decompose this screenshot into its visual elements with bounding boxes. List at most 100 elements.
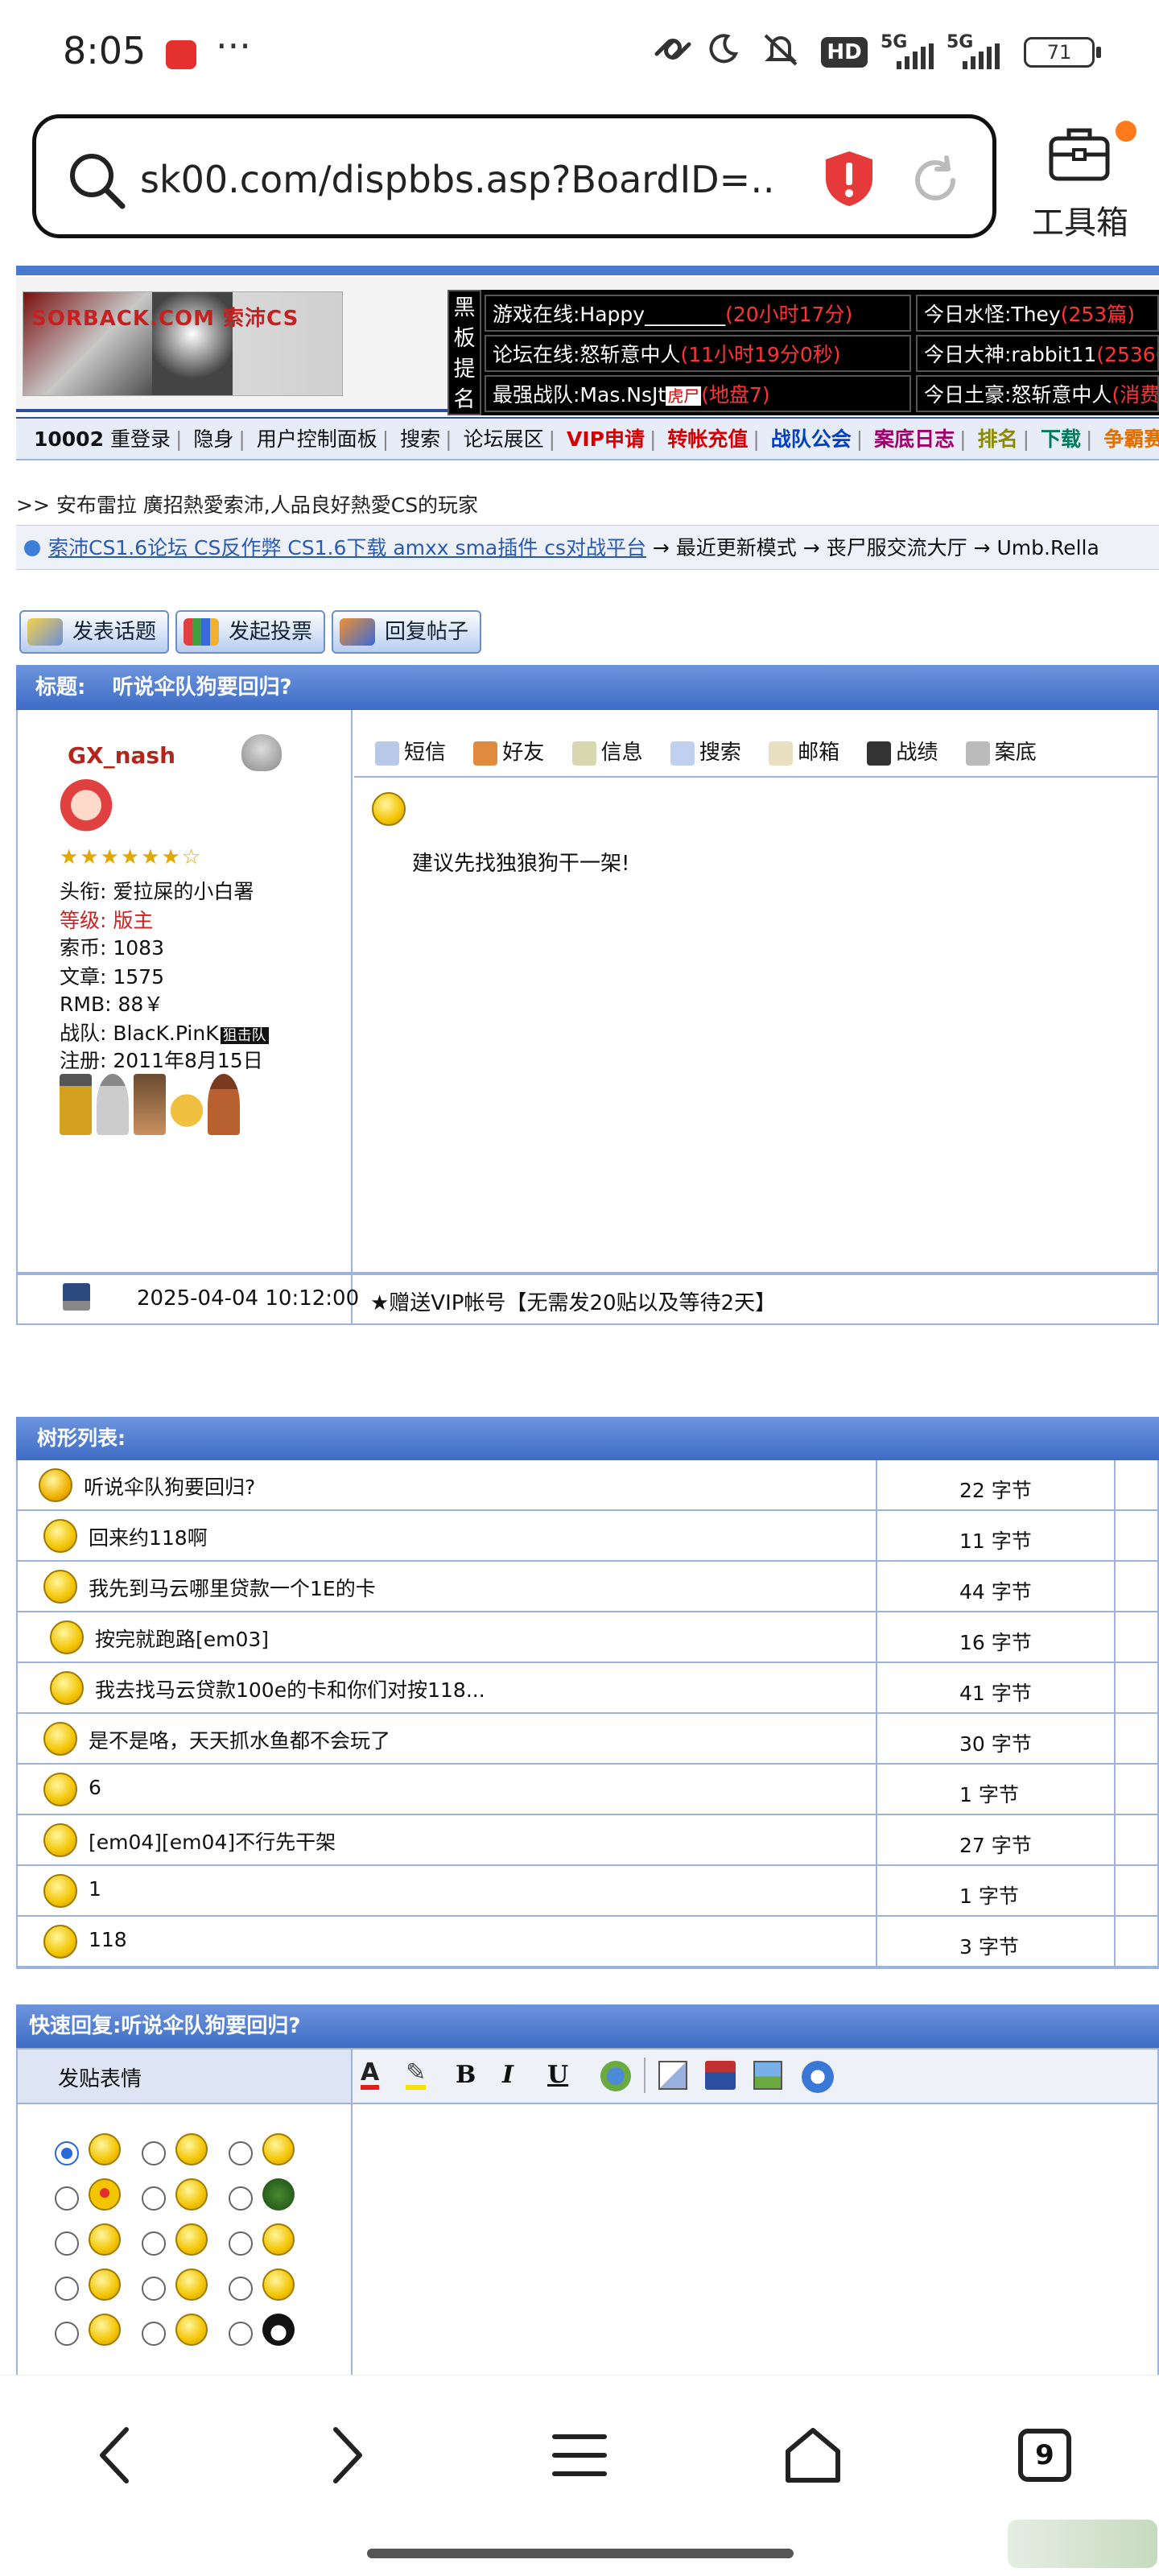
emotion-radio[interactable] <box>55 2322 79 2346</box>
link-icon[interactable] <box>600 2061 631 2091</box>
nav-relogin[interactable]: 重登录 <box>110 427 171 451</box>
user-id[interactable]: 10002 <box>34 427 104 451</box>
tool-label: 案底 <box>994 741 1037 765</box>
reload-icon[interactable] <box>908 153 963 208</box>
emotion-radio[interactable] <box>55 2231 79 2256</box>
underline-button[interactable]: U <box>547 2061 568 2089</box>
tool-message[interactable]: 短信 <box>375 741 446 766</box>
emotion-radio[interactable] <box>142 2322 166 2346</box>
emotion-radio[interactable] <box>142 2277 166 2301</box>
emotion-radio[interactable] <box>229 2322 253 2346</box>
back-button[interactable] <box>82 2423 146 2487</box>
emotion-radio[interactable] <box>55 2186 79 2211</box>
watermark-logo <box>1008 2520 1157 2568</box>
toolbox-icon[interactable] <box>1046 121 1114 185</box>
tree-row[interactable]: 是不是咯，天天抓水鱼都不会玩了 30 字节 <box>18 1714 1157 1765</box>
tree-row[interactable]: 回来约118啊 11 字节 <box>18 1511 1157 1562</box>
tool-info[interactable]: 信息 <box>571 741 643 766</box>
forum-logo[interactable]: SORBACK.COM 索沛CS <box>23 291 343 396</box>
emotion-radio-selected[interactable] <box>55 2141 79 2165</box>
emotion-radio[interactable] <box>229 2141 253 2165</box>
toolbox-label[interactable]: 工具箱 <box>1032 196 1128 243</box>
new-poll-button[interactable]: 发起投票 <box>175 610 325 654</box>
emotion-radio[interactable] <box>229 2277 253 2301</box>
tabs-button[interactable]: 9 <box>1013 2423 1077 2487</box>
tree-row[interactable]: [em04][em04]不行先干架 27 字节 <box>18 1815 1157 1866</box>
logo-text: SORBACK.COM 索沛CS <box>31 307 299 331</box>
nav-tournament[interactable]: 争霸赛 <box>1103 427 1159 451</box>
vip-notice-link[interactable]: ★赠送VIP帐号【无需发20贴以及等待2天】 <box>370 1286 776 1316</box>
highlight-button[interactable]: ✎ <box>406 2061 427 2090</box>
tool-friend[interactable]: 好友 <box>473 741 544 766</box>
forum-notice[interactable]: >> 安布雷拉 廣招熱愛索沛,人品良好熱愛CS的玩家 <box>16 489 478 518</box>
table-icon[interactable] <box>705 2061 736 2090</box>
font-color-button[interactable]: A <box>361 2061 380 2090</box>
message-icon <box>375 741 399 766</box>
tree-row[interactable]: 6 1 字节 <box>18 1765 1157 1815</box>
col-divider <box>1114 1866 1116 1917</box>
app-notification-icon <box>166 40 196 69</box>
bold-button[interactable]: B <box>456 2061 476 2089</box>
tool-email[interactable]: 邮箱 <box>769 741 839 766</box>
nav-vip-apply[interactable]: VIP申请 <box>567 427 645 451</box>
new-topic-button[interactable]: 发表话题 <box>19 610 169 654</box>
nav-transfer-recharge[interactable]: 转帐充值 <box>667 427 748 451</box>
nav-download[interactable]: 下载 <box>1041 427 1081 451</box>
security-warning-icon[interactable] <box>823 150 876 208</box>
row-title: [em04][em04]不行先干架 <box>89 1831 336 1854</box>
tool-record[interactable]: 战绩 <box>867 741 938 766</box>
menu-button[interactable] <box>547 2423 612 2487</box>
col-divider <box>1114 1460 1116 1511</box>
emotion-radio[interactable] <box>229 2231 253 2256</box>
nav-search[interactable]: 搜索 <box>400 427 440 451</box>
row-bytes: 41 字节 <box>959 1682 1032 1705</box>
nav-case-log[interactable]: 案底日志 <box>874 427 955 451</box>
nav-user-control-panel[interactable]: 用户控制面板 <box>257 427 377 451</box>
home-button[interactable] <box>781 2423 845 2487</box>
media-icon[interactable] <box>802 2061 834 2093</box>
gesture-home-bar[interactable] <box>367 2549 794 2558</box>
image-icon[interactable] <box>753 2061 782 2090</box>
tree-row[interactable]: 听说伞队狗要回归? 22 字节 <box>18 1460 1157 1511</box>
tool-search[interactable]: 搜索 <box>670 741 741 766</box>
breadcrumb-forum-link[interactable]: 索沛CS1.6论坛 CS反作弊 CS1.6下载 amxx sma插件 cs对战平… <box>48 536 646 559</box>
nav-invisible[interactable]: 隐身 <box>193 427 233 451</box>
emotion-radio[interactable] <box>142 2141 166 2165</box>
bb-row-value: (地盘7) <box>701 383 770 407</box>
author-name[interactable]: GX_nash <box>68 742 175 769</box>
bb-row-online-forum[interactable]: 论坛在线:怒斩意中人(11小时19分0秒) <box>485 335 911 372</box>
emotion-radio[interactable] <box>229 2186 253 2211</box>
bb-label-char: 黑 <box>453 295 476 320</box>
tree-row[interactable]: 我先到马云哪里贷款一个1E的卡 44 字节 <box>18 1562 1157 1612</box>
computer-ip-icon[interactable] <box>63 1283 90 1311</box>
bb-row-online-game[interactable]: 游戏在线:Happy________(20小时17分) <box>485 295 911 332</box>
url-text[interactable]: sk00.com/dispbbs.asp?BoardID=… <box>140 158 776 201</box>
user-avatar[interactable] <box>60 778 113 839</box>
emotion-radio[interactable] <box>142 2231 166 2256</box>
bb-row-strongest-team[interactable]: 最强战队:Mas.NsJt 虎尸(地盘7) <box>485 375 911 412</box>
nav-forum-gallery[interactable]: 论坛展区 <box>464 427 544 451</box>
emotion-radio[interactable] <box>55 2277 79 2301</box>
emotion-radio[interactable] <box>142 2186 166 2211</box>
tree-row[interactable]: 118 3 字节 <box>18 1917 1157 1967</box>
nav-ranking[interactable]: 排名 <box>978 427 1018 451</box>
medals-icons <box>60 1074 246 1135</box>
row-bytes: 1 字节 <box>959 1783 1019 1806</box>
reply-editor[interactable] <box>353 2104 1159 2378</box>
breadcrumb-rest[interactable]: → 最近更新模式 → 丧尸服交流大厅 → Umb.Rella <box>646 536 1099 559</box>
bb-row-daily-god[interactable]: 今日大神:rabbit11(25366 <box>916 335 1159 372</box>
tree-row[interactable]: 按完就跑路[em03] 16 字节 <box>18 1612 1157 1663</box>
nav-team-guild[interactable]: 战队公会 <box>771 427 852 451</box>
tree-row[interactable]: 1 1 字节 <box>18 1866 1157 1917</box>
bb-row-rich-user[interactable]: 今日土豪:怒斩意中人(消费 <box>916 375 1159 412</box>
italic-button[interactable]: I <box>502 2061 514 2089</box>
col-divider <box>876 1714 877 1765</box>
tree-row[interactable]: 我去找马云贷款100e的卡和你们对按118... 41 字节 <box>18 1663 1157 1714</box>
smile-emoji-icon <box>89 2133 121 2165</box>
copy-icon[interactable] <box>658 2061 687 2090</box>
forward-button[interactable] <box>316 2423 380 2487</box>
user-team: 战队: BlacK.PinK 狙击队 <box>60 1018 269 1046</box>
tool-case[interactable]: 案底 <box>965 741 1037 766</box>
reply-button[interactable]: 回复帖子 <box>332 610 481 654</box>
bb-row-water-monster[interactable]: 今日水怪:They(253篇) <box>916 295 1159 332</box>
